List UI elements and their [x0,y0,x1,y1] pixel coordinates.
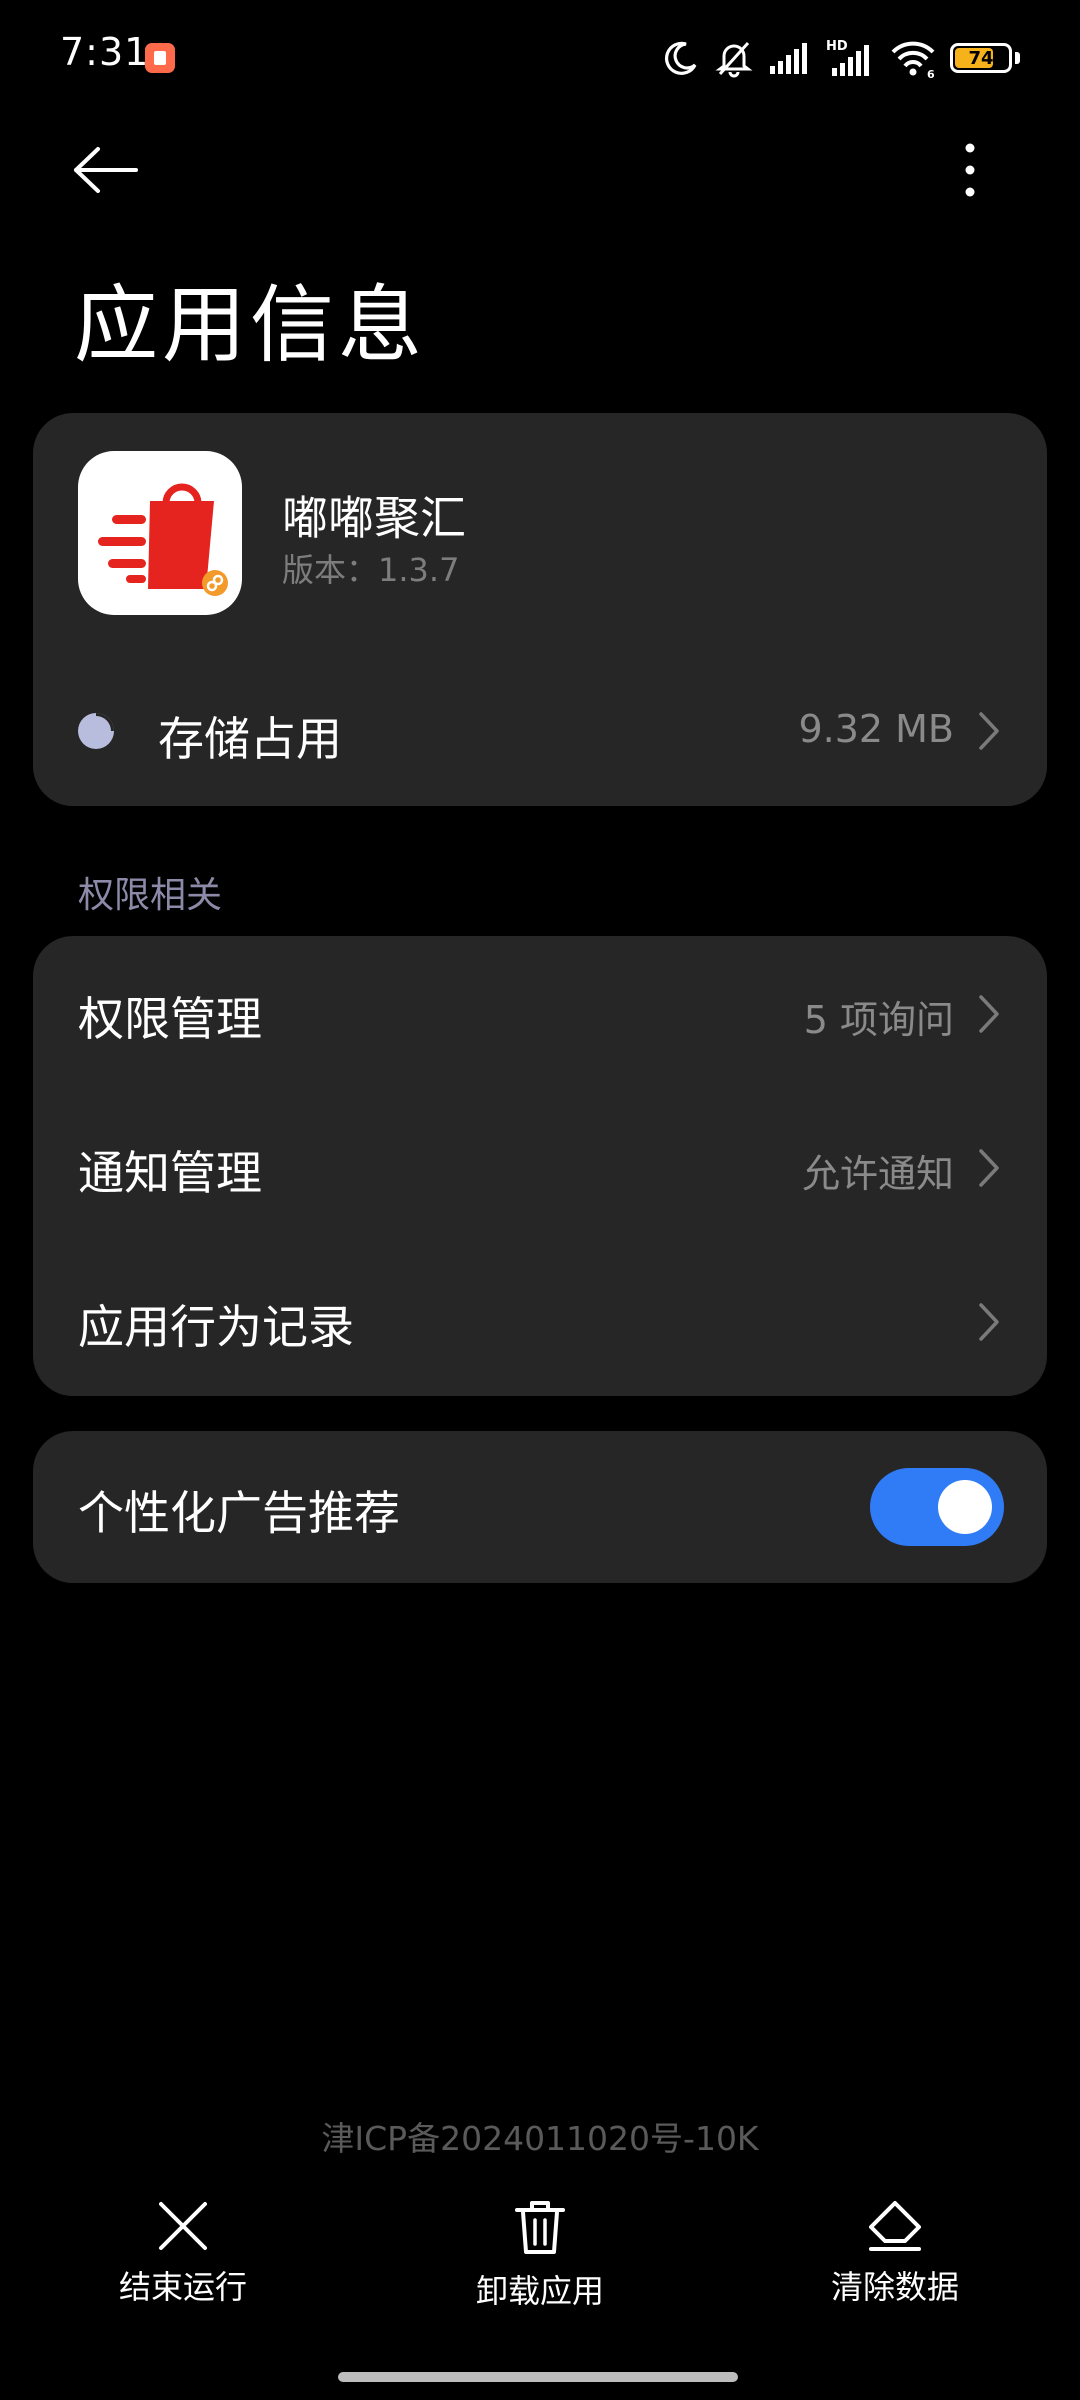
status-bar: 7:31 HD 6 74 [0,0,1080,120]
icp-license-text: 津ICP备2024011020号-10K [321,2119,759,2158]
close-icon [159,2202,207,2250]
app-name: 嘟嘟聚汇 [282,491,466,545]
row-label: 应用行为记录 [78,1300,354,1354]
eraser-icon [869,2201,921,2251]
pie-chart-icon [78,713,114,749]
home-indicator[interactable] [338,2372,738,2382]
network-hd-label: HD [826,39,848,54]
wifi-icon: 6 [891,41,935,78]
section-label-permissions: 权限相关 [78,875,223,916]
storage-value: 9.32 MB [798,707,954,751]
force-stop-button[interactable]: 结束运行 [73,2200,293,2308]
row-value: 5 项询问 [803,998,954,1042]
trash-icon [515,2201,565,2254]
clear-data-label: 清除数据 [830,2268,959,2306]
app-version: 版本：1.3.7 [282,551,460,589]
more-vertical-icon [965,143,975,197]
force-stop-label: 结束运行 [118,2268,247,2306]
wifi-6-label: 6 [927,68,935,78]
chevron-right-icon [979,1149,999,1187]
status-time: 7:31 [60,30,150,74]
chevron-right-icon [979,995,999,1033]
signal-icon [770,43,807,74]
uninstall-label: 卸载应用 [475,2272,604,2310]
personalized-ads-toggle[interactable] [870,1468,1004,1546]
row-label: 权限管理 [78,992,262,1046]
moon-icon [664,41,697,75]
battery-icon: 74 [950,43,1012,73]
back-button[interactable] [70,135,150,205]
back-arrow-icon [74,147,138,193]
row-label: 通知管理 [78,1146,262,1200]
shopping-bag-icon [98,483,228,596]
clear-data-button[interactable]: 清除数据 [785,2200,1005,2308]
signal-hd-icon: HD [826,39,869,76]
personalized-ads-label: 个性化广告推荐 [78,1486,400,1540]
app-notification-icon [145,43,175,73]
more-options-button[interactable] [940,135,1000,205]
row-value: 允许通知 [801,1152,954,1196]
toggle-knob [938,1480,992,1534]
bell-off-icon [715,41,753,78]
uninstall-button[interactable]: 卸载应用 [430,2200,650,2312]
chevron-right-icon [979,1303,999,1341]
status-icons: HD 6 74 [662,36,1020,80]
app-icon [78,451,242,615]
battery-tip [1015,52,1020,64]
page-title: 应用信息 [74,276,427,374]
battery-level: 74 [968,47,994,69]
chevron-right-icon [979,712,999,750]
storage-label: 存储占用 [158,712,342,766]
